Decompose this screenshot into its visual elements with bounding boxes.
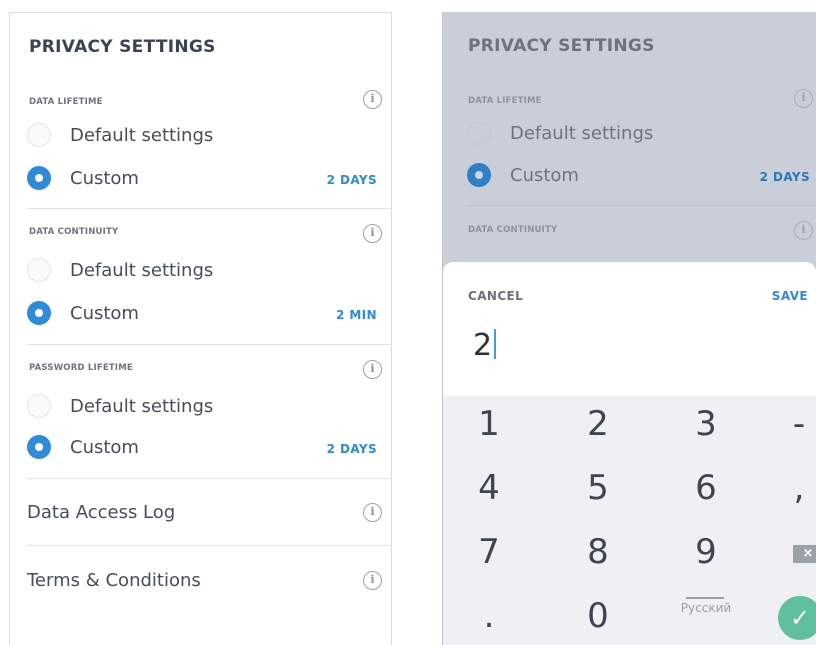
page-title: PRIVACY SETTINGS [29, 37, 216, 57]
info-icon[interactable]: i [363, 90, 382, 109]
data-access-log-link[interactable]: Data Access Log [27, 502, 175, 523]
key-9[interactable]: 9 [666, 524, 746, 580]
option-label: Default settings [70, 396, 214, 417]
option-label: Default settings [510, 123, 654, 144]
key-0[interactable]: 0 [558, 588, 638, 644]
info-icon: i [794, 221, 813, 240]
numeric-keypad: 1 2 3 - 4 5 6 , 7 8 9 × . 0 Русский ✓ [443, 396, 816, 645]
radio-default-password-lifetime[interactable] [27, 394, 51, 418]
checkmark-icon[interactable]: ✓ [778, 596, 816, 640]
section-label-data-lifetime: DATA LIFETIME [468, 96, 542, 106]
section-label-data-continuity: DATA CONTINUITY [468, 225, 558, 235]
value-input[interactable]: 2 [473, 328, 497, 364]
info-icon[interactable]: i [363, 360, 382, 379]
info-icon: i [794, 89, 813, 108]
radio-default-data-lifetime[interactable] [27, 123, 51, 147]
divider [467, 205, 816, 206]
option-label: Custom [70, 303, 139, 324]
key-8[interactable]: 8 [558, 524, 638, 580]
key-3[interactable]: 3 [666, 396, 746, 452]
backspace-icon[interactable]: × [793, 545, 816, 563]
privacy-settings-screen: PRIVACY SETTINGS DATA LIFETIME i Default… [9, 12, 392, 645]
language-underline [686, 597, 724, 599]
info-icon[interactable]: i [363, 503, 382, 522]
text-caret [494, 329, 497, 359]
option-label: Default settings [70, 125, 214, 146]
key-5[interactable]: 5 [558, 460, 638, 516]
radio-custom-data-lifetime [467, 163, 491, 187]
password-lifetime-value[interactable]: 2 DAYS [327, 442, 377, 456]
section-label-data-continuity: DATA CONTINUITY [29, 227, 119, 237]
key-6[interactable]: 6 [666, 460, 746, 516]
radio-custom-data-lifetime[interactable] [27, 166, 51, 190]
input-value: 2 [473, 328, 493, 363]
key-4[interactable]: 4 [449, 460, 529, 516]
info-icon[interactable]: i [363, 224, 382, 243]
option-label: Custom [510, 165, 579, 186]
key-minus[interactable]: - [759, 396, 816, 452]
key-comma[interactable]: , [759, 460, 816, 516]
data-continuity-value[interactable]: 2 MIN [336, 308, 377, 322]
key-2[interactable]: 2 [558, 396, 638, 452]
radio-custom-password-lifetime[interactable] [27, 435, 51, 459]
privacy-settings-with-input-sheet: PRIVACY SETTINGS DATA LIFETIME i Default… [442, 12, 816, 645]
divider [27, 478, 391, 479]
value-input-sheet: CANCEL SAVE 2 [443, 262, 816, 396]
radio-default-data-lifetime [467, 121, 491, 145]
option-label: Custom [70, 168, 139, 189]
option-label: Default settings [70, 260, 214, 281]
cancel-button[interactable]: CANCEL [468, 289, 523, 303]
data-lifetime-value[interactable]: 2 DAYS [327, 173, 377, 187]
close-icon: × [802, 546, 814, 561]
key-dot[interactable]: . [449, 588, 529, 644]
page-title: PRIVACY SETTINGS [468, 36, 655, 56]
language-switch[interactable]: Русский [666, 580, 746, 636]
key-7[interactable]: 7 [449, 524, 529, 580]
divider [27, 208, 391, 209]
radio-default-data-continuity[interactable] [27, 258, 51, 282]
radio-custom-data-continuity[interactable] [27, 301, 51, 325]
key-1[interactable]: 1 [449, 396, 529, 452]
terms-conditions-link[interactable]: Terms & Conditions [27, 570, 201, 591]
info-icon[interactable]: i [363, 571, 382, 590]
data-lifetime-value: 2 DAYS [759, 170, 810, 184]
section-label-data-lifetime: DATA LIFETIME [29, 97, 103, 107]
option-label: Custom [70, 437, 139, 458]
save-button[interactable]: SAVE [772, 289, 808, 303]
divider [27, 545, 391, 546]
section-label-password-lifetime: PASSWORD LIFETIME [29, 363, 133, 373]
divider [27, 344, 391, 345]
